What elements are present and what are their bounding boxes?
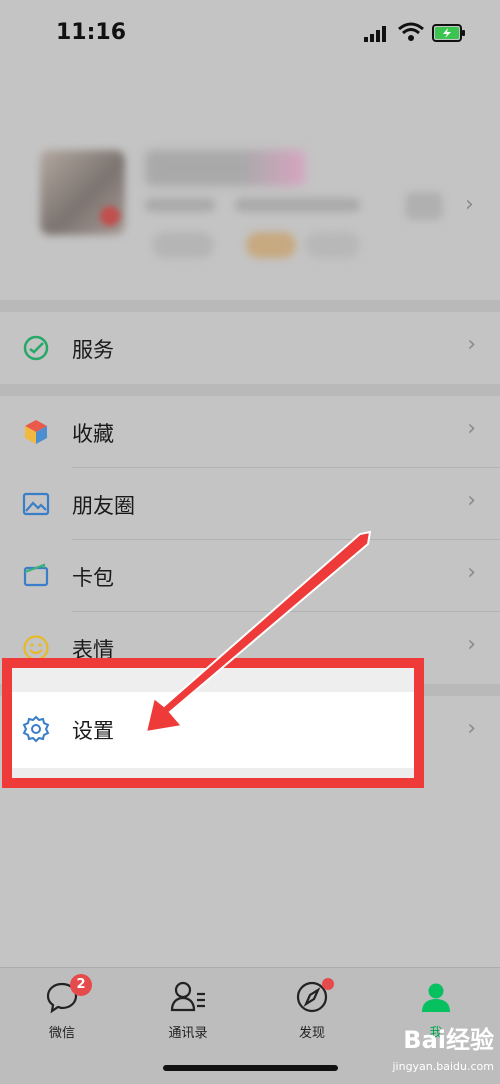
- unread-badge: 2: [70, 974, 92, 996]
- tab-label: 通讯录: [168, 1026, 208, 1041]
- watermark-url: jingyan.baidu.com: [392, 1060, 494, 1073]
- pointer-arrow-annotation: [144, 530, 372, 734]
- home-indicator: [163, 1065, 338, 1071]
- user-icon: [422, 983, 450, 1012]
- tab-label: 微信: [48, 1026, 75, 1041]
- new-dot-badge: [322, 978, 334, 990]
- watermark-logo: Bai经验: [403, 1026, 494, 1054]
- tab-chats[interactable]: 2 微信: [12, 974, 112, 1041]
- contacts-icon: [170, 981, 205, 1012]
- tab-contacts[interactable]: 通讯录: [138, 980, 238, 1041]
- tab-discover[interactable]: 发现: [262, 978, 362, 1041]
- tab-label: 发现: [298, 1026, 325, 1041]
